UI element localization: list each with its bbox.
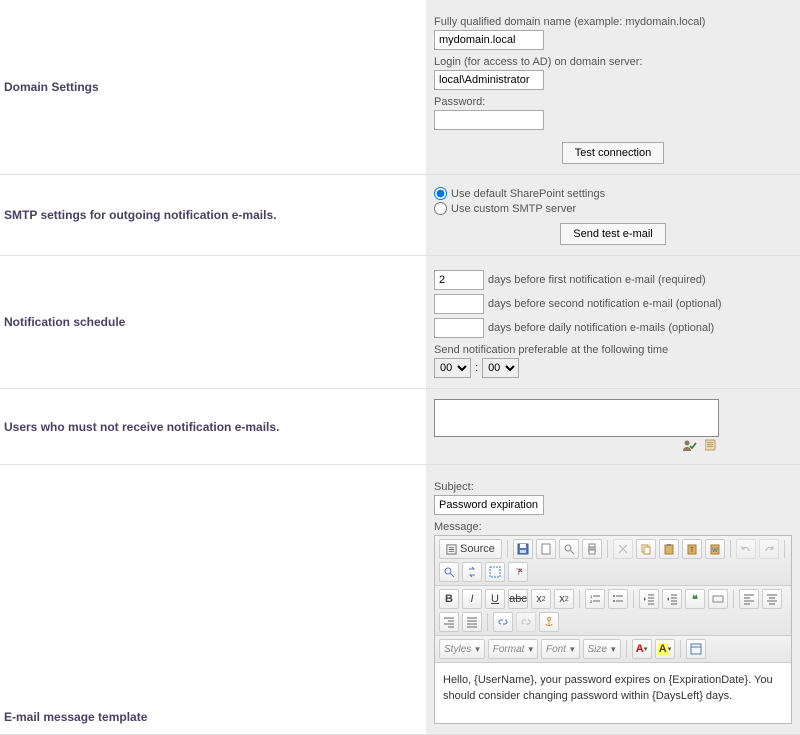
login-label: Login (for access to AD) on domain serve… [434, 56, 792, 68]
save-icon[interactable] [513, 539, 533, 559]
bold-icon[interactable]: B [439, 589, 459, 609]
undo-icon[interactable] [736, 539, 756, 559]
anchor-icon[interactable] [539, 612, 559, 632]
message-label: Message: [434, 521, 792, 533]
replace-icon[interactable] [462, 562, 482, 582]
days-first-label: days before first notification e-mail (r… [488, 274, 706, 286]
bulleted-list-icon[interactable] [608, 589, 628, 609]
password-input[interactable] [434, 110, 544, 130]
smtp-custom-label: Use custom SMTP server [451, 203, 576, 215]
people-picker-browse-icon[interactable] [705, 439, 719, 454]
div-icon[interactable] [708, 589, 728, 609]
paste-text-icon[interactable]: T [682, 539, 702, 559]
time-colon: : [475, 362, 478, 374]
new-page-icon[interactable] [536, 539, 556, 559]
align-right-icon[interactable] [439, 612, 459, 632]
blockquote-icon[interactable]: ❝ [685, 589, 705, 609]
redo-icon[interactable] [759, 539, 779, 559]
days-second-input[interactable] [434, 294, 484, 314]
template-heading: E-mail message template [4, 710, 147, 724]
outdent-icon[interactable] [639, 589, 659, 609]
preview-icon[interactable] [559, 539, 579, 559]
format-select[interactable]: Format▾ [488, 639, 538, 659]
exclude-heading: Users who must not receive notification … [4, 420, 279, 434]
font-select[interactable]: Font▾ [541, 639, 580, 659]
cut-icon[interactable] [613, 539, 633, 559]
days-second-label: days before second notification e-mail (… [488, 298, 722, 310]
highlight-color-icon[interactable]: A▾ [655, 639, 675, 659]
smtp-heading: SMTP settings for outgoing notification … [4, 208, 276, 222]
align-center-icon[interactable] [762, 589, 782, 609]
login-input[interactable] [434, 70, 544, 90]
align-left-icon[interactable] [739, 589, 759, 609]
time-hour-select[interactable]: 00 [434, 358, 471, 378]
domain-settings-heading: Domain Settings [4, 80, 99, 94]
underline-icon[interactable]: U [485, 589, 505, 609]
days-daily-label: days before daily notification e-mails (… [488, 322, 714, 334]
send-test-email-button[interactable]: Send test e-mail [560, 223, 665, 245]
unlink-icon[interactable] [516, 612, 536, 632]
time-minute-select[interactable]: 00 [482, 358, 519, 378]
svg-text:T: T [690, 548, 694, 554]
source-button[interactable]: Source [439, 539, 502, 559]
schedule-heading: Notification schedule [4, 315, 125, 329]
superscript-icon[interactable]: x2 [554, 589, 574, 609]
password-label: Password: [434, 96, 792, 108]
find-icon[interactable] [439, 562, 459, 582]
styles-select[interactable]: Styles▾ [439, 639, 485, 659]
italic-icon[interactable]: I [462, 589, 482, 609]
fqdn-label: Fully qualified domain name (example: my… [434, 16, 792, 28]
test-connection-button[interactable]: Test connection [562, 142, 664, 164]
maximize-icon[interactable] [686, 639, 706, 659]
link-icon[interactable] [493, 612, 513, 632]
paste-icon[interactable] [659, 539, 679, 559]
exclude-users-input[interactable] [434, 399, 719, 437]
time-label: Send notification preferable at the foll… [434, 344, 792, 356]
text-color-icon[interactable]: A▾ [632, 639, 652, 659]
rich-text-editor: Source T W [434, 535, 792, 724]
days-daily-input[interactable] [434, 318, 484, 338]
numbered-list-icon[interactable]: 12 [585, 589, 605, 609]
print-icon[interactable] [582, 539, 602, 559]
subject-input[interactable] [434, 495, 544, 515]
remove-format-icon[interactable]: T [508, 562, 528, 582]
subject-label: Subject: [434, 481, 792, 493]
strike-icon[interactable]: abc [508, 589, 528, 609]
smtp-default-label: Use default SharePoint settings [451, 188, 605, 200]
people-picker-check-icon[interactable] [683, 439, 701, 454]
subscript-icon[interactable]: x2 [531, 589, 551, 609]
align-justify-icon[interactable] [462, 612, 482, 632]
size-select[interactable]: Size▾ [583, 639, 621, 659]
paste-word-icon[interactable]: W [705, 539, 725, 559]
days-first-input[interactable] [434, 270, 484, 290]
copy-icon[interactable] [636, 539, 656, 559]
svg-text:W: W [712, 548, 718, 554]
fqdn-input[interactable] [434, 30, 544, 50]
indent-icon[interactable] [662, 589, 682, 609]
editor-body[interactable]: Hello, {UserName}, your password expires… [435, 663, 791, 723]
select-all-icon[interactable] [485, 562, 505, 582]
smtp-default-radio[interactable] [434, 187, 447, 200]
smtp-custom-radio[interactable] [434, 202, 447, 215]
